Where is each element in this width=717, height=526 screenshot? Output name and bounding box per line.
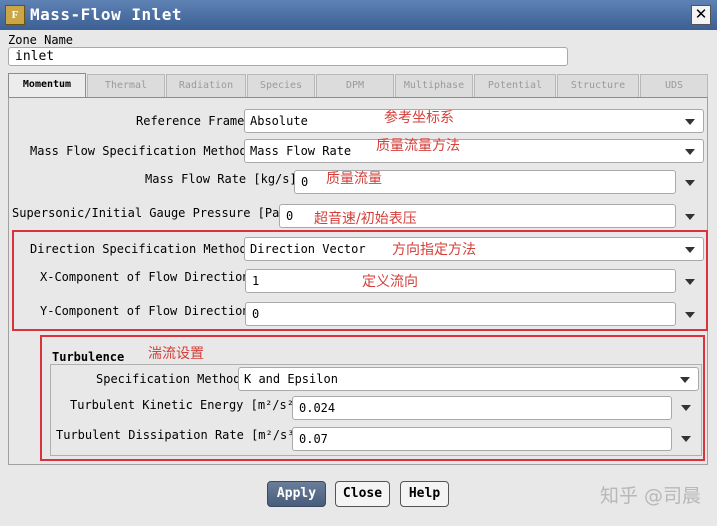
x-component-input[interactable]: 1: [245, 269, 676, 293]
apply-button[interactable]: Apply: [267, 481, 326, 507]
turbulence-spec-method-value: K and Epsilon: [244, 372, 338, 386]
chevron-down-icon: [685, 149, 695, 155]
close-button[interactable]: Close: [335, 481, 390, 507]
y-component-options-chevron-icon[interactable]: [685, 312, 695, 318]
window-close-button[interactable]: ✕: [691, 5, 711, 25]
kinetic-energy-options-chevron-icon[interactable]: [681, 405, 691, 411]
mass-flow-rate-options-chevron-icon[interactable]: [685, 180, 695, 186]
mass-flow-spec-method-select[interactable]: Mass Flow Rate: [244, 139, 704, 163]
annotation-mass-flow-rate: 质量流量: [326, 171, 382, 187]
tab-radiation[interactable]: Radiation: [166, 74, 246, 98]
tab-thermal[interactable]: Thermal: [87, 74, 165, 98]
dissipation-rate-label: Turbulent Dissipation Rate [m²/s³]: [56, 428, 302, 442]
tab-dpm[interactable]: DPM: [316, 74, 394, 98]
annotation-spec-method: 质量流量方法: [376, 138, 460, 154]
fluent-app-icon: F: [5, 5, 25, 25]
kinetic-energy-label: Turbulent Kinetic Energy [m²/s²]: [70, 398, 302, 412]
mass-flow-spec-method-value: Mass Flow Rate: [250, 144, 352, 158]
tab-bar: Momentum Thermal Radiation Species DPM M…: [8, 73, 708, 99]
annotation-gauge-pressure: 超音速/初始表压: [314, 211, 417, 227]
annotation-direction-method: 方向指定方法: [392, 242, 476, 258]
mass-flow-spec-method-label: Mass Flow Specification Method: [30, 144, 247, 158]
y-component-input[interactable]: 0: [245, 302, 676, 326]
zone-name-input[interactable]: inlet: [8, 47, 568, 66]
dissipation-rate-options-chevron-icon[interactable]: [681, 436, 691, 442]
turbulence-spec-method-select[interactable]: K and Epsilon: [238, 367, 699, 391]
turbulence-spec-method-label: Specification Method: [96, 372, 241, 386]
gauge-pressure-options-chevron-icon[interactable]: [685, 214, 695, 220]
chevron-down-icon: [685, 119, 695, 125]
kinetic-energy-input[interactable]: 0.024: [292, 396, 672, 420]
chevron-down-icon: [680, 377, 690, 383]
x-component-label: X-Component of Flow Direction: [40, 270, 250, 284]
reference-frame-label: Reference Frame: [136, 114, 245, 128]
dissipation-rate-input[interactable]: 0.07: [292, 427, 672, 451]
annotation-turbulence: 湍流设置: [148, 346, 204, 362]
watermark: 知乎 @司晨: [599, 485, 701, 507]
direction-spec-method-value: Direction Vector: [250, 242, 366, 256]
direction-spec-method-label: Direction Specification Method: [30, 242, 247, 256]
tab-species[interactable]: Species: [247, 74, 315, 98]
y-component-label: Y-Component of Flow Direction: [40, 304, 250, 318]
gauge-pressure-label: Supersonic/Initial Gauge Pressure [Pa]: [12, 206, 287, 220]
tab-structure[interactable]: Structure: [557, 74, 639, 98]
help-button[interactable]: Help: [400, 481, 449, 507]
tab-momentum[interactable]: Momentum: [8, 73, 86, 99]
mass-flow-rate-label: Mass Flow Rate [kg/s]: [145, 172, 297, 186]
tab-potential[interactable]: Potential: [474, 74, 556, 98]
zone-name-label: Zone Name: [8, 33, 74, 47]
reference-frame-select[interactable]: Absolute: [244, 109, 704, 133]
window-title: Mass-Flow Inlet: [30, 5, 182, 24]
annotation-reference-frame: 参考坐标系: [384, 110, 454, 126]
turbulence-heading: Turbulence: [52, 350, 125, 364]
chevron-down-icon: [685, 247, 695, 253]
annotation-flow-direction: 定义流向: [362, 274, 418, 290]
reference-frame-value: Absolute: [250, 114, 308, 128]
tab-uds[interactable]: UDS: [640, 74, 708, 98]
x-component-options-chevron-icon[interactable]: [685, 279, 695, 285]
tab-multiphase[interactable]: Multiphase: [395, 74, 473, 98]
title-bar: F Mass-Flow Inlet ✕: [0, 0, 717, 30]
